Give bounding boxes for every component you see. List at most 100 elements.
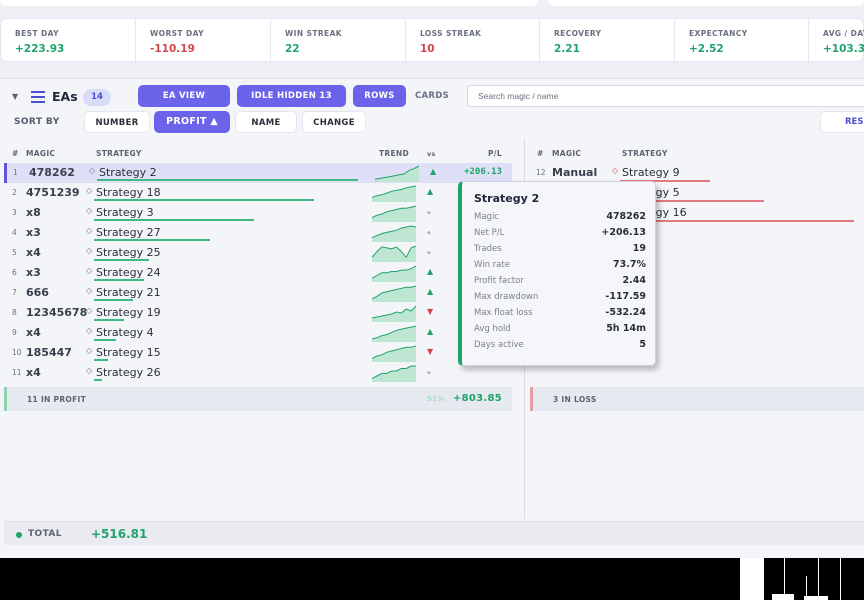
stat-value: +223.93 bbox=[15, 43, 65, 55]
col-pl[interactable]: P/L bbox=[488, 149, 502, 158]
tooltip-row: Net P/L +206.13 bbox=[474, 226, 646, 242]
reset-button[interactable]: RESET bbox=[820, 111, 864, 133]
strategy-dot-icon: ◇ bbox=[86, 246, 93, 255]
sparkline bbox=[372, 265, 416, 282]
tooltip-key: Profit factor bbox=[474, 276, 524, 286]
tooltip-row: Profit factor 2.44 bbox=[474, 274, 646, 290]
list-icon bbox=[31, 91, 45, 103]
tooltip-value: 73.7% bbox=[613, 259, 646, 270]
sparkline bbox=[372, 225, 416, 242]
magic-number: 478262 bbox=[29, 166, 75, 179]
profit-share-bar bbox=[94, 219, 254, 221]
magic-number: x3 bbox=[26, 266, 41, 279]
strategy-tooltip: Strategy 2 Magic 478262 Net P/L +206.13 Trad… bbox=[458, 181, 656, 366]
sparkline bbox=[372, 185, 416, 202]
sparkline-area bbox=[372, 306, 416, 322]
row-number: 11 bbox=[12, 368, 22, 377]
sort-profit-button[interactable]: PROFIT ▲ bbox=[154, 111, 230, 133]
sparkline-area bbox=[372, 286, 416, 302]
table-row[interactable]: 4 x3 ◇ Strategy 27 ◆ bbox=[4, 223, 512, 243]
sparkline-area bbox=[372, 186, 416, 202]
sort-change-button[interactable]: CHANGE bbox=[302, 111, 366, 133]
table-row[interactable]: 11 x4 ◇ Strategy 26 ◆ bbox=[4, 363, 512, 383]
table-row[interactable]: 10 185447 ◇ Strategy 15 ▼ bbox=[4, 343, 512, 363]
ea-panel: ▼ EAs 14 EA VIEW IDLE HIDDEN 13 ROWS CAR… bbox=[0, 78, 864, 558]
left-column-headers: # MAGIC STRATEGY TREND vs P/L bbox=[0, 149, 520, 163]
profit-share-bar bbox=[94, 239, 210, 241]
search-input[interactable] bbox=[467, 85, 864, 107]
strategy-name: Strategy 25 bbox=[96, 246, 161, 259]
col-trend[interactable]: TREND bbox=[379, 149, 409, 158]
strategy-name: Strategy 24 bbox=[96, 266, 161, 279]
stat-label: WIN STREAK bbox=[285, 29, 342, 38]
tooltip-value: 19 bbox=[632, 243, 646, 254]
sparkline bbox=[372, 305, 416, 322]
table-row[interactable]: 6 x3 ◇ Strategy 24 ▲ bbox=[4, 263, 512, 283]
top-card-edge bbox=[0, 0, 864, 8]
table-row[interactable]: 2 4751239 ◇ Strategy 18 ▲ bbox=[4, 183, 512, 203]
magic-number: x8 bbox=[26, 206, 41, 219]
sparkline bbox=[372, 285, 416, 302]
ea-count-badge: 14 bbox=[83, 89, 111, 106]
col-num: # bbox=[12, 149, 19, 158]
row-number: 2 bbox=[12, 188, 17, 197]
idle-hidden-button[interactable]: IDLE HIDDEN 13 bbox=[237, 85, 346, 107]
chart-strip bbox=[0, 558, 864, 600]
ea-view-button[interactable]: EA VIEW bbox=[138, 85, 230, 107]
row-number: 9 bbox=[12, 328, 17, 337]
sparkline-area bbox=[375, 166, 419, 182]
sort-name-button[interactable]: NAME bbox=[235, 111, 297, 133]
table-row[interactable]: 9 x4 ◇ Strategy 4 ▲ bbox=[4, 323, 512, 343]
magic-number: 4751239 bbox=[26, 186, 80, 199]
strategy-dot-icon: ◇ bbox=[86, 306, 93, 315]
tooltip-value: 5h 14m bbox=[606, 323, 646, 334]
tooltip-row: Magic 478262 bbox=[474, 210, 646, 226]
tooltip-key: Days active bbox=[474, 340, 524, 350]
col-strategy-right[interactable]: STRATEGY bbox=[622, 149, 668, 158]
sparkline bbox=[372, 345, 416, 362]
row-number: 6 bbox=[12, 268, 17, 277]
rows-view-button[interactable]: ROWS bbox=[353, 85, 406, 107]
tooltip-key: Max float loss bbox=[474, 308, 533, 318]
magic-number: x3 bbox=[26, 226, 41, 239]
tooltip-key: Net P/L bbox=[474, 228, 505, 238]
tooltip-value: 478262 bbox=[606, 211, 646, 222]
trend-flat-icon: ◆ bbox=[427, 230, 431, 236]
strategy-dot-icon: ◇ bbox=[86, 266, 93, 275]
stat-value: 10 bbox=[420, 43, 435, 55]
trend-up-icon: ▲ bbox=[430, 167, 437, 176]
tooltip-row: Trades 19 bbox=[474, 242, 646, 258]
cards-view-button[interactable]: CARDS bbox=[410, 85, 454, 107]
sparkline-area bbox=[372, 326, 416, 342]
col-magic-right[interactable]: MAGIC bbox=[552, 149, 581, 158]
profit-share-bar bbox=[94, 339, 116, 341]
col-strategy[interactable]: STRATEGY bbox=[96, 149, 142, 158]
total-dot-icon bbox=[16, 532, 22, 538]
strategy-dot-icon: ◇ bbox=[86, 366, 93, 375]
table-row[interactable]: 8 12345678 ◇ Strategy 19 ▼ bbox=[4, 303, 512, 323]
col-magic[interactable]: MAGIC bbox=[26, 149, 55, 158]
top-card-left bbox=[0, 0, 538, 6]
stat-value: +2.52 bbox=[689, 43, 724, 55]
table-row[interactable]: 12 Manual ◇ Strategy 9 bbox=[528, 163, 864, 183]
profit-summary-label: 11 IN PROFIT bbox=[27, 395, 87, 404]
strategy-name: Strategy 19 bbox=[96, 306, 161, 319]
sparkline bbox=[372, 245, 416, 262]
table-row[interactable]: 1 478262 ◇ Strategy 2 ▲ +206.13 bbox=[4, 163, 512, 183]
profit-share-bar bbox=[94, 259, 149, 261]
sort-by-label: SORT BY bbox=[14, 117, 60, 127]
sort-number-button[interactable]: NUMBER bbox=[84, 111, 150, 133]
table-row[interactable]: 3 x8 ◇ Strategy 3 ◆ bbox=[4, 203, 512, 223]
tooltip-key: Trades bbox=[474, 244, 502, 254]
collapse-caret-icon[interactable]: ▼ bbox=[12, 92, 18, 101]
stat-label: RECOVERY bbox=[554, 29, 602, 38]
table-row[interactable]: 7 666 ◇ Strategy 21 ▲ bbox=[4, 283, 512, 303]
row-number: 3 bbox=[12, 208, 17, 217]
stat-value: -110.19 bbox=[150, 43, 195, 55]
sparkline bbox=[372, 365, 416, 382]
strategy-dot-icon: ◇ bbox=[86, 326, 93, 335]
magic-number: x4 bbox=[26, 326, 41, 339]
row-number: 5 bbox=[12, 248, 17, 257]
strategy-dot-icon: ◇ bbox=[86, 286, 93, 295]
table-row[interactable]: 5 x4 ◇ Strategy 25 ◆ bbox=[4, 243, 512, 263]
